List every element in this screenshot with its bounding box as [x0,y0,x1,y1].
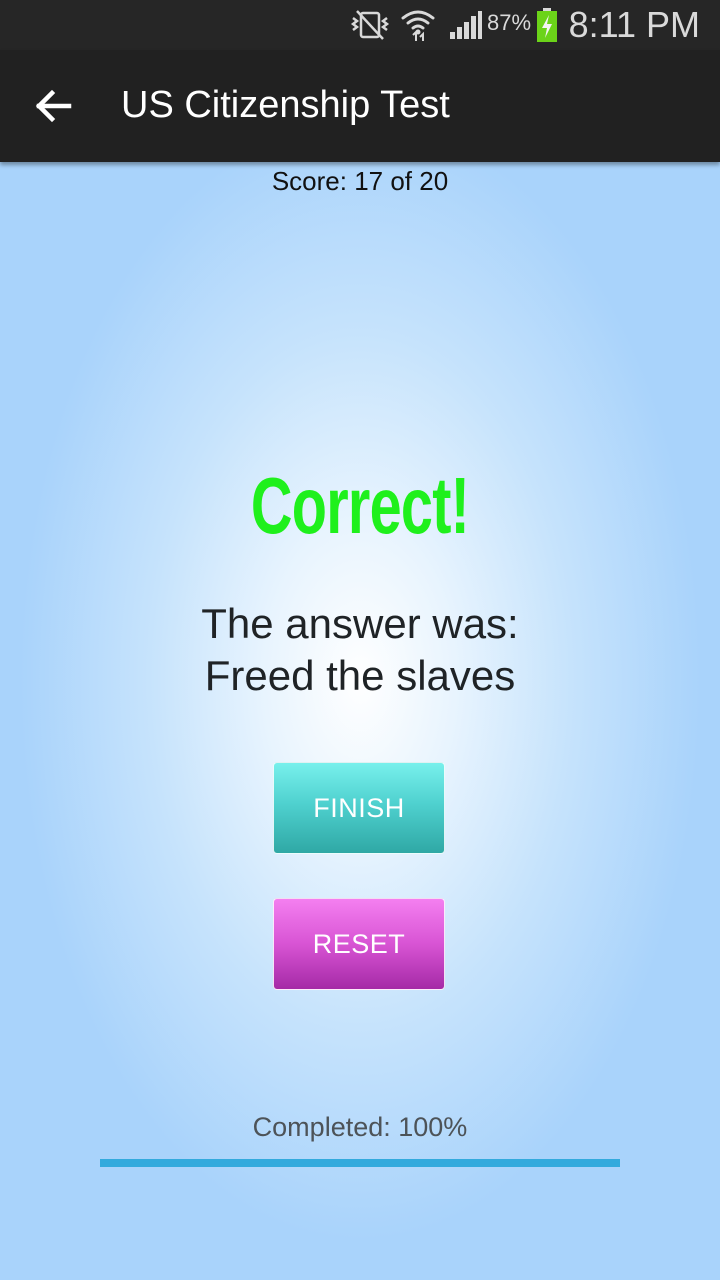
reset-button[interactable]: RESET [273,898,445,990]
completed-text: Completed: 100% [252,1112,468,1142]
wifi-icon [398,0,438,50]
mute-vibrate-icon [347,0,393,50]
quiz-result-screen: 87% 8:11 PM US Citizenship Test Score: 1… [0,0,720,1280]
status-bar: 87% 8:11 PM [0,0,720,50]
progress-bar [100,1159,620,1167]
score-text: Score: 17 of 20 [271,166,449,196]
back-button[interactable] [22,76,86,136]
result-heading: Correct! [250,461,470,550]
status-time: 8:11 PM [568,4,700,45]
answer-value: Freed the slaves [204,652,516,699]
progress-fill [100,1159,620,1167]
arrow-left-icon [35,89,72,123]
app-bar: US Citizenship Test [0,50,720,162]
battery-charging-icon [533,0,561,50]
page-title: US Citizenship Test [121,84,450,126]
battery-percent: 87% [487,10,532,35]
signal-icon [447,0,485,50]
answer-block: The answer was: Freed the slaves [0,598,720,702]
finish-button[interactable]: FINISH [273,762,445,854]
answer-label: The answer was: [201,600,519,647]
